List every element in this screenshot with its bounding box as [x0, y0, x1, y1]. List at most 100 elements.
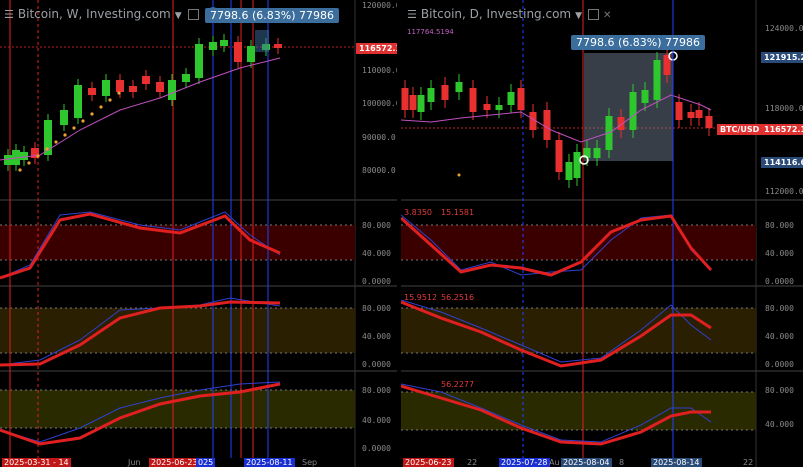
candle-body — [20, 152, 28, 160]
right-low-badge: 114116.6 — [761, 157, 803, 168]
right-osc2-val-0: 15.9512 — [404, 293, 438, 302]
left-osc2-tick-0: 80.000 — [362, 304, 391, 313]
left-price-tick-4: 80000.0 — [362, 166, 396, 175]
candle-body — [129, 86, 137, 92]
left-chart-title: ☰ Bitcoin, W, Investing.com ▼ — [4, 7, 199, 21]
left-osc2-tick-1: 40.000 — [362, 332, 391, 341]
osc2-band — [401, 308, 756, 353]
candle-body — [687, 112, 695, 118]
left-chart-canvas[interactable] — [0, 0, 397, 467]
close-icon[interactable]: ✕ — [603, 10, 611, 21]
right-price-tick-1: 118000.0 — [765, 104, 803, 113]
right-osc1-tick-2: 0.0000 — [765, 277, 794, 286]
sar-dot — [108, 98, 112, 102]
left-price-tick-3: 90000.0 — [362, 133, 396, 142]
left-osc1-tick-1: 40.000 — [362, 249, 391, 258]
menu-icon[interactable]: ☰ — [407, 8, 417, 21]
candle-body — [234, 42, 242, 62]
right-osc3-tick-0: 80.000 — [765, 386, 794, 395]
dropdown-icon[interactable]: ▼ — [175, 11, 182, 21]
menu-icon[interactable]: ☰ — [4, 8, 14, 21]
sar-dot — [45, 147, 49, 151]
sar-dot — [90, 112, 94, 116]
candle-body — [220, 40, 228, 46]
candle-body — [555, 140, 563, 172]
right-x-label-4: 2025-08-04 — [561, 458, 612, 467]
right-osc2-tick-1: 40.000 — [765, 332, 794, 341]
sar-dot — [72, 126, 76, 130]
right-osc2-val-1: 56.2516 — [441, 293, 475, 302]
right-symbol-badge: BTC/USD — [717, 124, 763, 135]
candle-body — [507, 92, 515, 105]
left-measure-tooltip: 7798.6 (6.83%) 77986 — [205, 8, 340, 23]
candle-body — [401, 88, 409, 110]
left-price-tick-2: 100000.0 — [362, 99, 397, 108]
left-osc3-tick-1: 40.000 — [362, 416, 391, 425]
right-chart-canvas[interactable] — [401, 0, 803, 467]
left-x-label-1: Jun — [128, 458, 141, 467]
right-osc3-val-1: 56.2277 — [441, 380, 475, 389]
candle-body — [653, 60, 661, 100]
right-x-label-3: Au — [549, 458, 560, 467]
candle-body — [4, 155, 12, 165]
sar-dot — [81, 119, 85, 123]
right-price-tick-2: 112000.0 — [765, 187, 803, 196]
candle-body — [142, 76, 150, 84]
candle-body — [565, 162, 573, 180]
left-osc2-tick-2: 0.0000 — [362, 360, 391, 369]
right-x-label-2: 2025-07-28 — [499, 458, 550, 467]
sar-dot — [54, 140, 58, 144]
maximize-icon[interactable] — [588, 9, 600, 20]
candle-body — [168, 80, 176, 100]
right-osc1-tick-0: 80.000 — [765, 221, 794, 230]
candle-body — [102, 80, 110, 96]
left-x-label-2: 2025-06-23 — [149, 458, 200, 467]
candle-body — [495, 105, 503, 110]
right-chart-title: ☰ Bitcoin, D, Investing.com ▼ ✕ — [407, 7, 611, 21]
candle-body — [617, 117, 625, 130]
right-x-label-0: 2025-06-23 — [403, 458, 454, 467]
left-title-text: Bitcoin, W, Investing.com — [17, 7, 171, 21]
candle-body — [116, 80, 124, 92]
candle-body — [74, 85, 82, 118]
candle-body — [441, 85, 449, 100]
right-current-badge: 116572.1 — [761, 124, 803, 135]
candle-body — [469, 88, 477, 112]
left-x-label-0: 2025-03-31 - 14 — [2, 458, 71, 467]
right-x-label-6: 2025-08-14 — [651, 458, 702, 467]
candle-body — [409, 95, 417, 110]
candle-body — [705, 116, 713, 128]
left-price-tick-0: 120000.0 — [362, 1, 397, 10]
right-title-text: Bitcoin, D, Investing.com — [420, 7, 572, 21]
right-ma-value: 117764.5194 — [407, 28, 454, 36]
dropdown-icon[interactable]: ▼ — [575, 11, 582, 21]
left-chart-pane[interactable]: ☰ Bitcoin, W, Investing.com ▼ 7798.6 (6.83… — [0, 0, 397, 467]
sar-dot — [99, 105, 103, 109]
right-chart-pane[interactable]: ☰ Bitcoin, D, Investing.com ▼ ✕ 117764.5194… — [401, 0, 803, 467]
candle-body — [417, 95, 425, 112]
candle-body — [573, 152, 581, 178]
osc2-band — [0, 308, 355, 353]
candle-body — [695, 110, 703, 118]
overbought-band — [401, 225, 756, 260]
right-x-label-1: 22 — [467, 458, 478, 467]
candle-body — [517, 88, 525, 110]
candle-body — [60, 110, 68, 125]
sar-dot — [63, 133, 67, 137]
sar-dot — [36, 154, 40, 158]
left-x-label-4: 2025-08-11 — [244, 458, 295, 467]
maximize-icon[interactable] — [187, 9, 199, 20]
right-x-label-5: 8 — [619, 458, 625, 467]
left-price-tick-1: 110000.0 — [362, 66, 397, 75]
candle-body — [274, 44, 282, 48]
candle-body — [427, 88, 435, 102]
right-osc1-val-1: 15.1581 — [441, 208, 475, 217]
sar-dot — [27, 161, 31, 165]
candle-body — [247, 46, 255, 62]
right-osc3-tick-1: 40.000 — [765, 420, 794, 429]
candle-body — [209, 42, 217, 50]
right-osc2-tick-2: 0.0000 — [765, 360, 794, 369]
candle-body — [182, 74, 190, 82]
right-osc2-tick-0: 80.000 — [765, 304, 794, 313]
sar-dot — [117, 91, 121, 95]
